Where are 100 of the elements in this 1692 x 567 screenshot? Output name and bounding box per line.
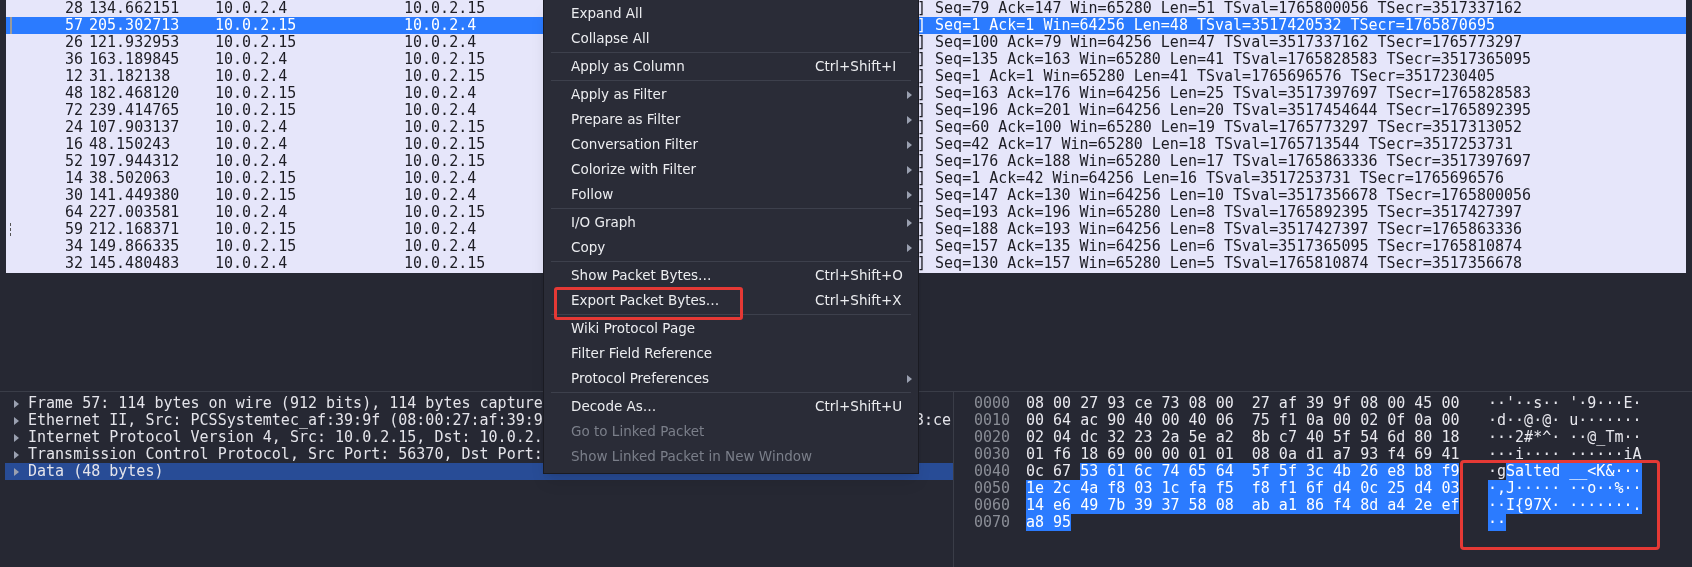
ascii-text-selected: ·,J····· ··o··%··	[1488, 480, 1642, 497]
hex-bytes: 0c 67	[1026, 463, 1073, 480]
packet-destination: 10.0.2.15	[404, 119, 486, 136]
packet-info: ] Seq=157 Ack=135 Win=64256 Len=6 TSval=3517365095 TSecr=1765810874	[917, 237, 1523, 255]
hex-bytes-selected: 14 e6 49 7b 39 37 58 08 ab a1 86 f4 8d a4 2e ef	[1026, 497, 1460, 514]
packet-time: 107.903137	[89, 119, 181, 136]
packet-source: 10.0.2.15	[215, 102, 298, 119]
detail-text: Ethernet II, Src: PCSSystemtec_af:39:9f (08:00:27:af:39:9	[28, 412, 543, 429]
packet-source: 10.0.2.15	[215, 170, 298, 187]
packet-number: 57	[63, 17, 83, 34]
ascii-text: ·d··@·@· u·······	[1488, 412, 1642, 429]
packet-time: 227.003581	[89, 204, 181, 221]
packet-destination: 10.0.2.4	[404, 34, 477, 51]
packet-number: 32	[63, 255, 83, 272]
packet-info: ] Seq=193 Ack=196 Win=65280 Len=8 TSval=1765892395 TSecr=3517427397	[917, 203, 1523, 221]
packet-info: ] Seq=176 Ack=188 Win=65280 Len=17 TSval=1765863336 TSecr=3517397697	[917, 152, 1532, 170]
byte-offset: 0010	[974, 412, 1012, 429]
packet-time: 239.414765	[89, 102, 181, 119]
packet-time: 145.480483	[89, 255, 181, 272]
packet-destination: 10.0.2.15	[404, 68, 486, 85]
packet-number: 64	[63, 204, 83, 221]
detail-text: Frame 57: 114 bytes on wire (912 bits), 114 bytes capture	[28, 395, 543, 412]
packet-source: 10.0.2.4	[215, 51, 289, 68]
byte-offset: 0070	[974, 514, 1012, 531]
packet-info: ] Seq=188 Ack=193 Win=64256 Len=8 TSval=3517427397 TSecr=1765863336	[917, 220, 1523, 238]
packet-time: 205.302713	[89, 17, 181, 34]
packet-source: 10.0.2.15	[215, 187, 298, 204]
packet-destination: 10.0.2.15	[404, 136, 486, 153]
packet-time: 163.189845	[89, 51, 181, 68]
packet-destination: 10.0.2.4	[404, 85, 477, 102]
hex-bytes-selected: a8 95	[1026, 514, 1072, 531]
ascii-text-selected: ··	[1488, 514, 1507, 531]
packet-source: 10.0.2.15	[215, 221, 298, 238]
packet-destination: 10.0.2.4	[404, 102, 477, 119]
packet-source: 10.0.2.4	[215, 68, 289, 85]
packet-info: ] Seq=100 Ack=79 Win=64256 Len=47 TSval=3517337162 TSecr=1765773297	[917, 33, 1523, 51]
packet-number: 26	[63, 34, 83, 51]
hex-bytes: 08 00 27 93 ce 73 08 00 27 af 39 9f 08 00 45 00	[1026, 395, 1460, 412]
packet-destination: 10.0.2.4	[404, 221, 477, 238]
packet-source: 10.0.2.15	[215, 34, 298, 51]
packet-time: 197.944312	[89, 153, 181, 170]
packet-number: 12	[63, 68, 83, 85]
byte-offset: 0050	[974, 480, 1012, 497]
packet-info: ] Seq=1 Ack=1 Win=64256 Len=48 TSval=3517420532 TSecr=1765870695	[917, 16, 1495, 34]
ascii-text: ···i···· ······iA	[1488, 446, 1642, 463]
ascii-text: ··'··s·· '·9···E·	[1488, 395, 1642, 412]
byte-offset: 0040	[974, 463, 1012, 480]
packet-time: 48.150243	[89, 136, 172, 153]
packet-number: 36	[63, 51, 83, 68]
packet-time: 149.866335	[89, 238, 181, 255]
packet-number: 30	[63, 187, 83, 204]
packet-number: 34	[63, 238, 83, 255]
packet-time: 141.449380	[89, 187, 181, 204]
ascii-text-selected: Salted __<K&···	[1506, 463, 1642, 480]
byte-offset: 0030	[974, 446, 1012, 463]
packet-info: ] Seq=163 Ack=176 Win=64256 Len=25 TSval=3517397697 TSecr=1765828583	[917, 84, 1532, 102]
packet-number: 14	[63, 170, 83, 187]
packet-number: 24	[63, 119, 83, 136]
packet-source: 10.0.2.15	[215, 17, 298, 34]
packet-info: ] Seq=147 Ack=130 Win=64256 Len=10 TSval=3517356678 TSecr=1765800056	[917, 186, 1532, 204]
detail-text: Data (48 bytes)	[28, 463, 164, 480]
packet-time: 38.502063	[89, 170, 172, 187]
packet-info: ] Seq=60 Ack=100 Win=65280 Len=19 TSval=1765773297 TSecr=3517313052	[917, 118, 1523, 136]
packet-destination: 10.0.2.15	[404, 153, 486, 170]
packet-source: 10.0.2.4	[215, 255, 289, 272]
ascii-text: ···2#*^· ··@_Tm··	[1488, 429, 1642, 446]
packet-number: 16	[63, 136, 83, 153]
packet-source: 10.0.2.4	[215, 136, 289, 153]
packet-time: 212.168371	[89, 221, 181, 238]
packet-destination: 10.0.2.4	[404, 17, 477, 34]
hex-bytes: 00 64 ac 90 40 00 40 06 75 f1 0a 00 02 0f 0a 00	[1026, 412, 1460, 429]
packet-source: 10.0.2.4	[215, 119, 289, 136]
byte-offset: 0060	[974, 497, 1012, 514]
ascii-text: ·g	[1488, 463, 1507, 480]
hex-bytes-selected: 1e 2c 4a f8 03 1c fa f5 f8 f1 6f d4 0c 25 d4 03	[1026, 480, 1460, 497]
packet-destination: 10.0.2.15	[404, 255, 486, 272]
packet-destination: 10.0.2.4	[404, 170, 477, 187]
packet-info: ] Seq=79 Ack=147 Win=65280 Len=51 TSval=1765800056 TSecr=3517337162	[917, 0, 1523, 17]
detail-text: Internet Protocol Version 4, Src: 10.0.2.15, Dst: 10.0.2.	[28, 429, 543, 446]
hex-bytes-selected: 53 61 6c 74 65 64 5f 5f 3c 4b 26 e8 b8 f9	[1080, 463, 1460, 480]
hex-bytes: 02 04 dc 32 23 2a 5e a2 8b c7 40 5f 54 6d 80 18	[1026, 429, 1460, 446]
hex-bytes: 01 f6 18 69 00 00 01 01 08 0a d1 a7 93 f4 69 41	[1026, 446, 1460, 463]
packet-time: 31.182138	[89, 68, 172, 85]
packet-destination: 10.0.2.15	[404, 204, 486, 221]
packet-number: 48	[63, 85, 83, 102]
packet-source: 10.0.2.4	[215, 153, 289, 170]
packet-number: 28	[63, 0, 83, 17]
packet-number: 52	[63, 153, 83, 170]
packet-number: 59	[63, 221, 83, 238]
ascii-text-selected: ··I{97X· ·······.	[1488, 497, 1642, 514]
packet-time: 182.468120	[89, 85, 181, 102]
byte-offset: 0000	[974, 395, 1012, 412]
byte-offset: 0020	[974, 429, 1012, 446]
packet-source: 10.0.2.15	[215, 85, 298, 102]
packet-info: ] Seq=1 Ack=1 Win=65280 Len=41 TSval=1765696576 TSecr=3517230405	[917, 67, 1495, 85]
packet-source: 10.0.2.4	[215, 204, 289, 221]
packet-info: ] Seq=42 Ack=17 Win=65280 Len=18 TSval=1765713544 TSecr=3517253731	[917, 135, 1514, 153]
packet-source: 10.0.2.4	[215, 0, 289, 17]
packet-time: 121.932953	[89, 34, 181, 51]
packet-destination: 10.0.2.15	[404, 51, 486, 68]
